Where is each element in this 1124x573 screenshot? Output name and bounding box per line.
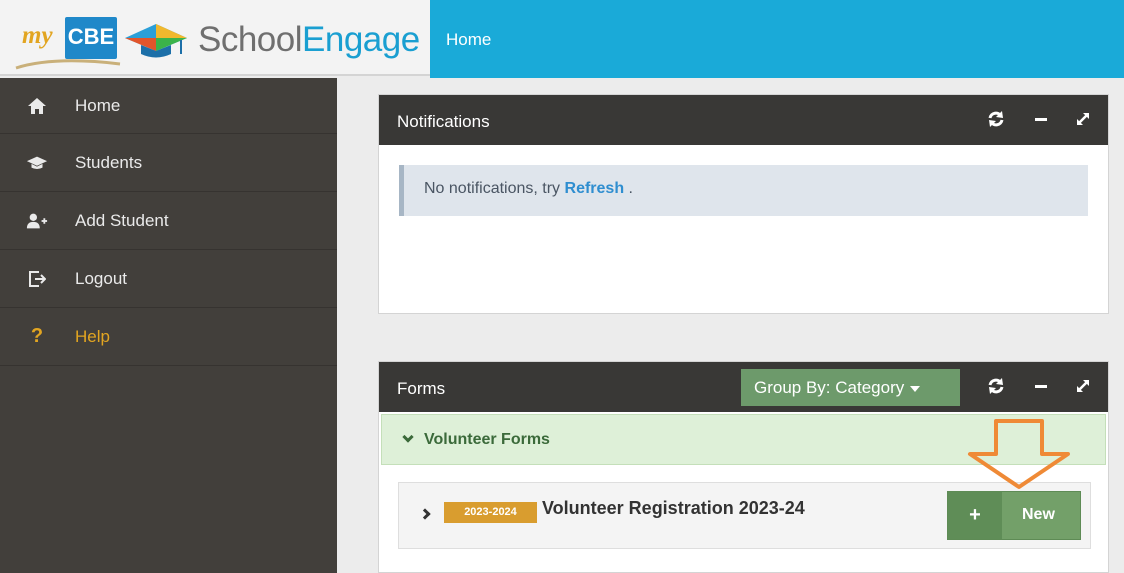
logo-my-text: my: [22, 22, 53, 49]
notifications-panel-title: Notifications: [397, 112, 490, 131]
expand-icon[interactable]: [1072, 108, 1094, 130]
logo-schoolengage-text: SchoolEngage: [198, 20, 420, 60]
page-title: Home: [446, 30, 492, 49]
help-icon: ?: [30, 325, 44, 347]
new-button-label: New: [1022, 506, 1055, 523]
year-badge: 2023-2024: [444, 502, 537, 523]
no-notifications-alert: No notifications, try Refresh .: [399, 165, 1088, 216]
home-icon: [26, 95, 48, 117]
sidebar-item-help[interactable]: ? Help: [0, 308, 337, 366]
expand-icon[interactable]: [1072, 375, 1094, 397]
sidebar-item-label: Logout: [75, 268, 127, 288]
refresh-icon[interactable]: [985, 375, 1007, 397]
sidebar-item-home[interactable]: Home: [0, 78, 337, 134]
sidebar-item-label: Add Student: [75, 210, 169, 230]
form-title: Volunteer Registration 2023-24: [542, 498, 805, 518]
logo-engage-text: Engage: [302, 20, 420, 59]
group-name: Volunteer Forms: [424, 431, 550, 448]
top-bar: Home: [430, 0, 1124, 78]
plus-icon: +: [948, 492, 1002, 539]
group-by-dropdown[interactable]: Group By: Category: [741, 369, 960, 406]
minimize-icon[interactable]: [1030, 108, 1052, 130]
notifications-panel: Notifications No notifications, try Refr…: [378, 94, 1109, 314]
forms-panel-title: Forms: [397, 379, 446, 398]
app-logo[interactable]: my CBE SchoolEngage: [0, 0, 430, 76]
logo-school-text: School: [198, 20, 303, 59]
sidebar-item-add-student[interactable]: Add Student: [0, 192, 337, 250]
sidebar: Home Students Add Student Logout ? Help: [0, 78, 337, 573]
volunteer-forms-group[interactable]: Volunteer Forms: [381, 414, 1106, 465]
alert-message-suffix: .: [628, 180, 633, 197]
sidebar-item-label: Home: [75, 95, 121, 115]
graduation-cap-logo-icon: [125, 24, 187, 58]
sidebar-item-students[interactable]: Students: [0, 134, 337, 192]
form-row: 2023-2024 Volunteer Registration 2023-24…: [398, 482, 1091, 549]
sidebar-item-label: Help: [75, 326, 110, 346]
graduation-cap-icon: [26, 152, 48, 174]
new-form-button[interactable]: + New: [947, 491, 1081, 540]
sidebar-item-logout[interactable]: Logout: [0, 250, 337, 308]
chevron-right-icon[interactable]: [419, 508, 431, 520]
notifications-panel-header: Notifications: [379, 95, 1108, 145]
forms-panel: Forms Group By: Category Volunteer Forms…: [378, 361, 1109, 573]
logo-cbe-badge: CBE: [65, 17, 117, 59]
group-by-label: Group By: Category: [754, 378, 905, 397]
forms-panel-header: Forms Group By: Category: [379, 362, 1108, 412]
logout-icon: [26, 268, 48, 290]
refresh-icon[interactable]: [985, 108, 1007, 130]
minimize-icon[interactable]: [1030, 375, 1052, 397]
caret-down-icon: [910, 385, 921, 392]
refresh-link[interactable]: Refresh: [565, 180, 625, 197]
alert-message: No notifications, try: [424, 180, 561, 197]
add-user-icon: [26, 210, 48, 232]
chevron-down-icon: [402, 431, 414, 443]
sidebar-item-label: Students: [75, 152, 143, 172]
